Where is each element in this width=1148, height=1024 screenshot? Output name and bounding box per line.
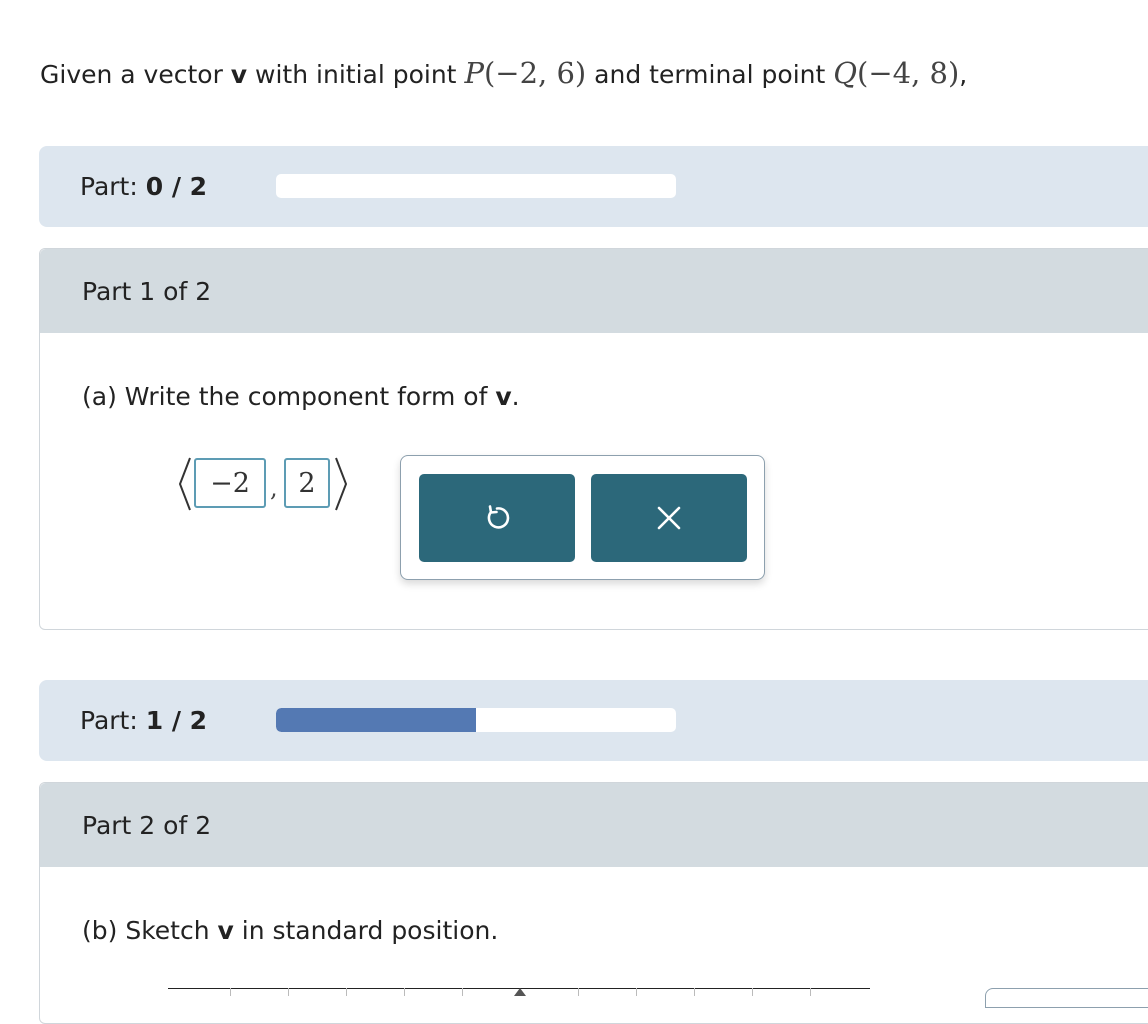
left-angle-bracket — [178, 457, 191, 511]
graph-gridline — [694, 988, 695, 996]
clear-button[interactable] — [591, 474, 747, 562]
point-p-coords: (−2, 6) — [483, 56, 587, 90]
progress-label: Part: 1 / 2 — [80, 706, 208, 735]
point-q-label: Q — [833, 56, 858, 90]
graph-gridline — [810, 988, 811, 996]
graph-gridline — [230, 988, 231, 996]
part-2-prompt: (b) Sketch v in standard position. — [82, 916, 499, 945]
point-q-coords: (−4, 8) — [857, 56, 960, 90]
progress-band-top: Part: 0 / 2 — [39, 146, 1148, 227]
graph-gridline — [752, 988, 753, 996]
part-2-header: Part 2 of 2 — [40, 783, 1148, 867]
progress-fill — [276, 708, 476, 732]
progress-bar — [276, 174, 676, 198]
answer-x-input[interactable]: −2 — [194, 458, 266, 508]
point-p-label: P — [464, 56, 484, 90]
graph-gridline — [288, 988, 289, 996]
progress-band-mid: Part: 1 / 2 — [39, 680, 1148, 761]
graph-tools-panel — [985, 988, 1148, 1008]
answer-tools-panel — [400, 455, 765, 580]
right-angle-bracket — [335, 457, 348, 511]
part-1-header: Part 1 of 2 — [40, 249, 1148, 333]
graph-gridline — [404, 988, 405, 996]
undo-icon — [487, 505, 510, 529]
part-1-prompt: (a) Write the component form of v. — [82, 382, 520, 411]
progress-value: 1 / 2 — [145, 706, 208, 735]
y-axis-arrow-icon — [514, 988, 526, 996]
progress-bar — [276, 708, 676, 732]
graph-gridline — [636, 988, 637, 996]
answer-y-input[interactable]: 2 — [284, 458, 330, 508]
vector-symbol: v — [230, 60, 248, 89]
part-1-title: Part 1 of 2 — [82, 277, 212, 306]
component-comma: , — [270, 474, 278, 502]
question-text: Given a vector v with initial point P(−2… — [40, 56, 968, 90]
progress-label: Part: 0 / 2 — [80, 172, 208, 201]
close-icon — [657, 506, 681, 530]
graph-gridline — [346, 988, 347, 996]
graph-gridline — [578, 988, 579, 996]
progress-value: 0 / 2 — [145, 172, 208, 201]
graph-gridline — [462, 988, 463, 996]
undo-button[interactable] — [419, 474, 575, 562]
part-2-title: Part 2 of 2 — [82, 811, 212, 840]
